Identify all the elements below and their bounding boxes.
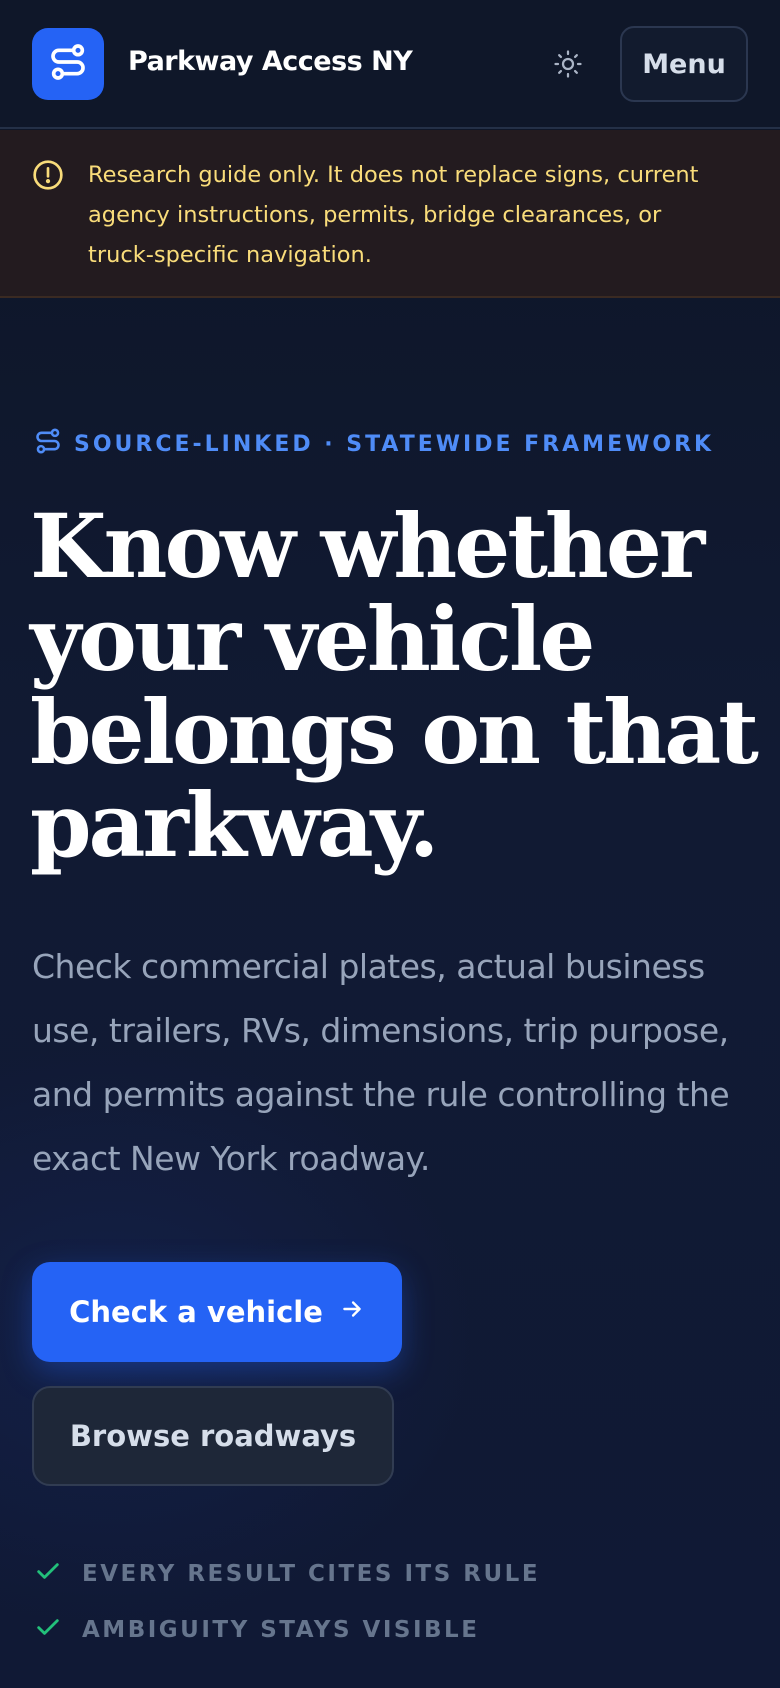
route-icon — [34, 427, 62, 461]
check-icon — [34, 1613, 62, 1647]
check-icon — [34, 1557, 62, 1591]
eyebrow-label: SOURCE-LINKED · STATEWIDE FRAMEWORK — [74, 431, 715, 457]
hero-headline: Know whether your vehicle belongs on tha… — [30, 494, 759, 877]
feature-check-label: AMBIGUITY STAYS VISIBLE — [82, 1617, 480, 1643]
feature-check-item: EVERY RESULT CITES ITS RULE — [34, 1556, 540, 1592]
browse-roadways-button[interactable]: Browse roadways — [32, 1386, 394, 1486]
hero-description: Check commercial plates, actual business… — [32, 947, 730, 1178]
route-icon — [48, 42, 88, 86]
feature-check-label: EVERY RESULT CITES ITS RULE — [82, 1561, 541, 1587]
check-vehicle-button[interactable]: Check a vehicle — [32, 1262, 402, 1362]
feature-check-item: AMBIGUITY STAYS VISIBLE — [34, 1612, 479, 1648]
brand-name[interactable]: Parkway Access NY — [128, 46, 413, 77]
top-app-bar: Parkway Access NY Menu — [0, 0, 780, 129]
app-logo[interactable] — [32, 28, 104, 100]
arrow-right-icon — [339, 1295, 365, 1329]
menu-button[interactable]: Menu — [620, 26, 748, 102]
hero-eyebrow: SOURCE-LINKED · STATEWIDE FRAMEWORK — [34, 428, 714, 460]
disclaimer-text: Research guide only. It does not replace… — [88, 162, 699, 268]
sun-icon — [553, 49, 583, 83]
check-vehicle-label: Check a vehicle — [69, 1295, 323, 1329]
theme-toggle-button[interactable] — [546, 44, 590, 88]
alert-circle-icon — [32, 159, 64, 195]
